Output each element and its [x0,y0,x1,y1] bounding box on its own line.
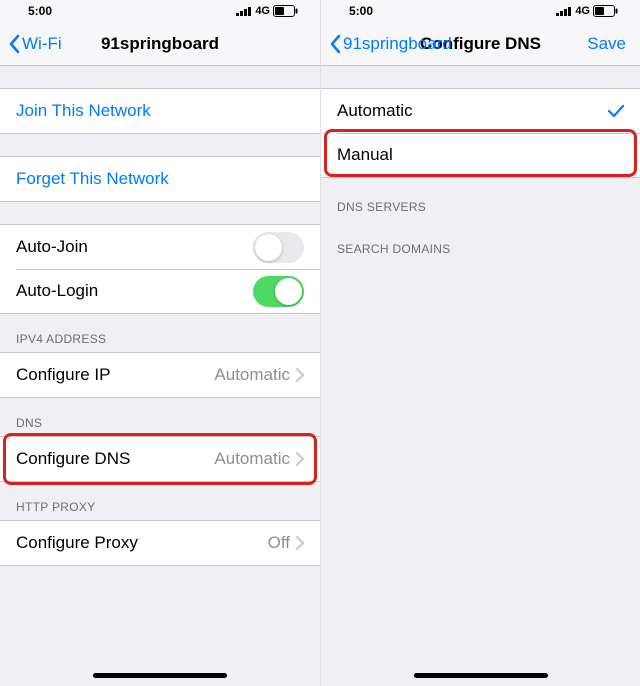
proxy-group: Configure Proxy Off [0,520,320,566]
nav-bar: 91springboard Configure DNS Save [321,22,640,66]
auto-login-label: Auto-Login [16,281,253,301]
dns-mode-group: Automatic Manual [321,88,640,178]
status-carrier: 4G [575,5,590,17]
status-bar: 5:00 4G [0,0,320,22]
auto-group: Auto-Join Auto-Login [0,224,320,314]
configure-dns-value: Automatic [214,449,290,469]
configure-ip-label: Configure IP [16,365,214,385]
option-manual-label: Manual [337,145,624,165]
nav-bar: Wi-Fi 91springboard [0,22,320,66]
status-right: 4G [236,5,298,17]
home-indicator [93,673,227,678]
status-right: 4G [556,5,618,17]
signal-icon [556,6,572,16]
forget-group: Forget This Network [0,156,320,202]
battery-icon [273,5,298,17]
back-label: Wi-Fi [22,34,62,54]
checkmark-icon [608,104,624,118]
section-ipv4: IPV4 ADDRESS [0,314,320,352]
phone-left: 5:00 4G Wi-Fi 91springboard Join This Ne… [0,0,320,686]
home-indicator [414,673,548,678]
status-carrier: 4G [255,5,270,17]
option-manual-row[interactable]: Manual [321,133,640,177]
configure-ip-row[interactable]: Configure IP Automatic [0,353,320,397]
status-bar: 5:00 4G [321,0,640,22]
back-button[interactable]: Wi-Fi [8,34,62,54]
auto-join-label: Auto-Join [16,237,253,257]
section-search-domains: SEARCH DOMAINS [321,220,640,262]
battery-icon [593,5,618,17]
option-automatic-row[interactable]: Automatic [321,89,640,133]
forget-network-button[interactable]: Forget This Network [0,157,320,201]
configure-proxy-value: Off [268,533,290,553]
auto-join-toggle[interactable] [253,232,304,263]
join-group: Join This Network [0,88,320,134]
configure-ip-value: Automatic [214,365,290,385]
back-button[interactable]: 91springboard [329,34,452,54]
chevron-right-icon [296,536,304,550]
configure-proxy-row[interactable]: Configure Proxy Off [0,521,320,565]
dns-group: Configure DNS Automatic [0,436,320,482]
back-label: 91springboard [343,34,452,54]
phone-right: 5:00 4G 91springboard Configure DNS Save… [320,0,640,686]
section-dns-servers: DNS SERVERS [321,178,640,220]
section-proxy: HTTP PROXY [0,482,320,520]
chevron-left-icon [329,34,341,54]
save-button[interactable]: Save [587,34,632,54]
auto-login-toggle[interactable] [253,276,304,307]
configure-dns-row[interactable]: Configure DNS Automatic [0,437,320,481]
signal-icon [236,6,252,16]
chevron-left-icon [8,34,20,54]
status-time: 5:00 [349,4,373,18]
configure-proxy-label: Configure Proxy [16,533,268,553]
option-automatic-label: Automatic [337,101,608,121]
auto-join-row: Auto-Join [0,225,320,269]
join-network-button[interactable]: Join This Network [0,89,320,133]
auto-login-row: Auto-Login [0,269,320,313]
configure-dns-label: Configure DNS [16,449,214,469]
chevron-right-icon [296,452,304,466]
status-time: 5:00 [28,4,52,18]
section-dns: DNS [0,398,320,436]
chevron-right-icon [296,368,304,382]
ipv4-group: Configure IP Automatic [0,352,320,398]
